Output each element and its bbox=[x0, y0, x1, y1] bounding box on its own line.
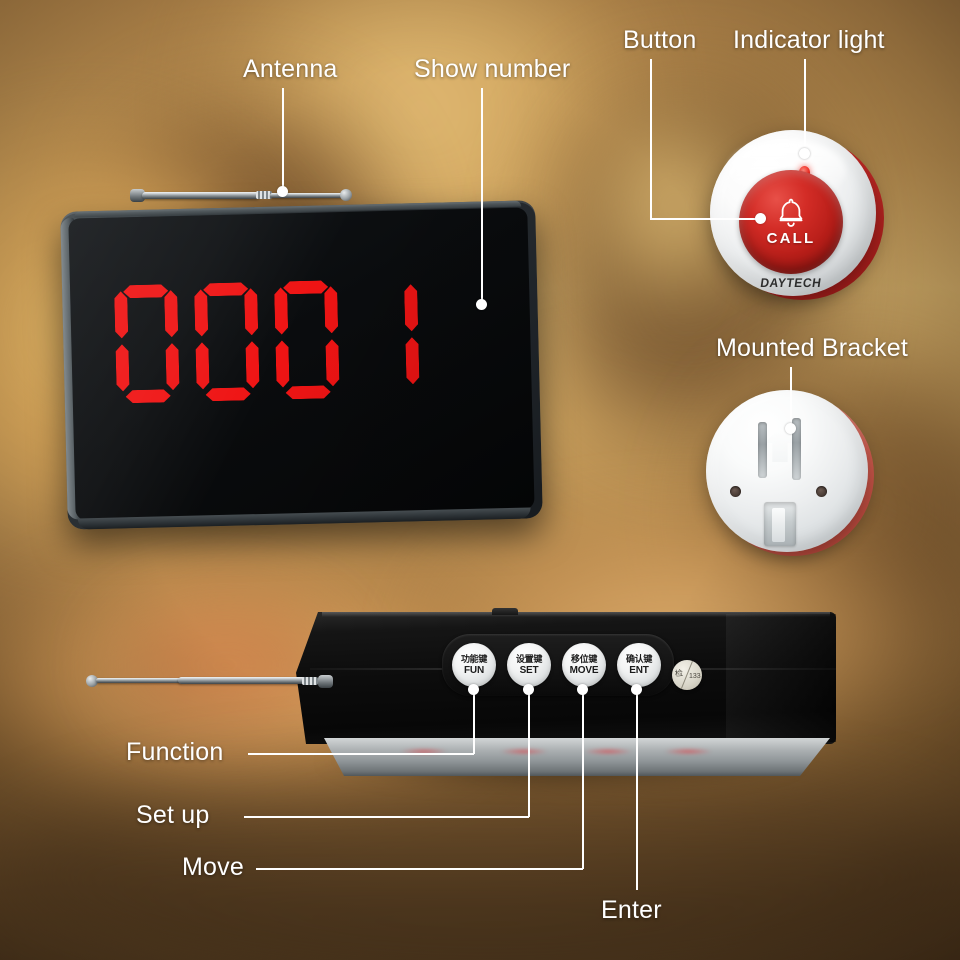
leader-line-button-horizontal bbox=[650, 218, 760, 220]
key-enter-cn-label: 确认键 bbox=[625, 653, 653, 664]
callout-label-indicator-light: Indicator light bbox=[733, 26, 885, 54]
bracket-screw-hole-left bbox=[730, 486, 741, 497]
leader-dot-function bbox=[468, 684, 479, 695]
transmitter-antenna bbox=[86, 672, 344, 692]
leader-dot-mounted-bracket bbox=[785, 423, 796, 434]
product-infographic: CALL DAYTECH 功能键 FUN 设置键 SET 移位键 MOVE 确认… bbox=[0, 0, 960, 960]
callout-label-antenna: Antenna bbox=[243, 55, 338, 83]
key-set-en-label: SET bbox=[519, 664, 539, 676]
key-set[interactable]: 设置键 SET bbox=[507, 643, 551, 687]
transmitter-top-nub bbox=[492, 608, 518, 615]
tx-antenna-section-1 bbox=[178, 677, 306, 684]
receiver-antenna bbox=[130, 186, 360, 208]
leader-dot-button bbox=[755, 213, 766, 224]
tx-antenna-base bbox=[318, 675, 333, 688]
key-function-en-label: FUN bbox=[464, 664, 484, 676]
key-function-cn-label: 功能键 bbox=[460, 653, 488, 664]
bracket-clip bbox=[764, 502, 796, 546]
leader-line-enter bbox=[636, 690, 638, 890]
leader-dot-show-number bbox=[476, 299, 487, 310]
base-marking bbox=[664, 748, 712, 755]
antenna-section-1 bbox=[142, 192, 260, 199]
base-marking bbox=[500, 748, 548, 755]
leader-dot-indicator-light bbox=[799, 148, 810, 159]
callout-label-enter: Enter bbox=[601, 896, 662, 924]
leader-dot-move bbox=[577, 684, 588, 695]
leader-line-button-vertical bbox=[650, 59, 652, 219]
leader-line-function-vertical bbox=[473, 690, 475, 754]
transmitter-base-plate bbox=[302, 738, 830, 776]
key-move[interactable]: 移位键 MOVE bbox=[562, 643, 606, 687]
bracket-slot-left bbox=[758, 422, 767, 478]
leader-line-set-up-vertical bbox=[528, 690, 530, 817]
key-enter-en-label: ENT bbox=[629, 664, 649, 676]
brand-logo: DAYTECH bbox=[759, 275, 823, 291]
leader-dot-antenna bbox=[277, 186, 288, 197]
mounted-bracket bbox=[704, 388, 880, 566]
key-function[interactable]: 功能键 FUN bbox=[452, 643, 496, 687]
callout-label-function: Function bbox=[126, 738, 224, 766]
leader-line-function-horizontal bbox=[248, 753, 474, 755]
callout-label-set-up: Set up bbox=[136, 801, 210, 829]
leader-dot-set-up bbox=[523, 684, 534, 695]
leader-line-move-horizontal bbox=[256, 868, 583, 870]
bracket-clip-tab bbox=[772, 508, 785, 542]
seal-text-1: 检 bbox=[674, 668, 684, 679]
key-set-cn-label: 设置键 bbox=[515, 653, 543, 664]
bracket-shell bbox=[706, 390, 868, 552]
leader-line-indicator-light bbox=[804, 59, 806, 152]
bracket-screw-hole-right bbox=[816, 486, 827, 497]
antenna-tip bbox=[340, 189, 352, 201]
leader-line-set-up-horizontal bbox=[244, 816, 529, 818]
key-move-cn-label: 移位键 bbox=[570, 653, 598, 664]
bell-icon bbox=[779, 198, 803, 227]
call-button-press-area[interactable]: CALL bbox=[739, 170, 843, 274]
leader-line-show-number bbox=[481, 88, 483, 303]
leader-dot-enter bbox=[631, 684, 642, 695]
callout-label-move: Move bbox=[182, 853, 244, 881]
receiver-screen bbox=[68, 207, 535, 521]
led-display-receiver bbox=[60, 200, 543, 530]
transmitter-right-face bbox=[726, 614, 836, 742]
callout-label-mounted-bracket: Mounted Bracket bbox=[716, 334, 908, 362]
warranty-seal-sticker: 检 133 bbox=[672, 660, 702, 690]
seal-text-2: 133 bbox=[689, 673, 701, 680]
key-enter[interactable]: 确认键 ENT bbox=[617, 643, 661, 687]
keypad-transmitter: 功能键 FUN 设置键 SET 移位键 MOVE 确认键 ENT 检 133 bbox=[296, 608, 836, 792]
tx-antenna-joint bbox=[302, 677, 318, 685]
receiver-screen-reflection bbox=[68, 207, 535, 521]
callout-label-show-number: Show number bbox=[414, 55, 571, 83]
base-marking bbox=[584, 748, 632, 755]
leader-line-move-vertical bbox=[582, 690, 584, 869]
leader-line-antenna bbox=[282, 88, 284, 190]
tx-antenna-section-2 bbox=[96, 678, 182, 683]
call-button-label: CALL bbox=[766, 230, 816, 247]
key-move-en-label: MOVE bbox=[569, 664, 599, 676]
wireless-call-button[interactable]: CALL DAYTECH bbox=[706, 126, 886, 304]
leader-line-mounted-bracket bbox=[790, 367, 792, 427]
callout-label-button: Button bbox=[623, 26, 697, 54]
